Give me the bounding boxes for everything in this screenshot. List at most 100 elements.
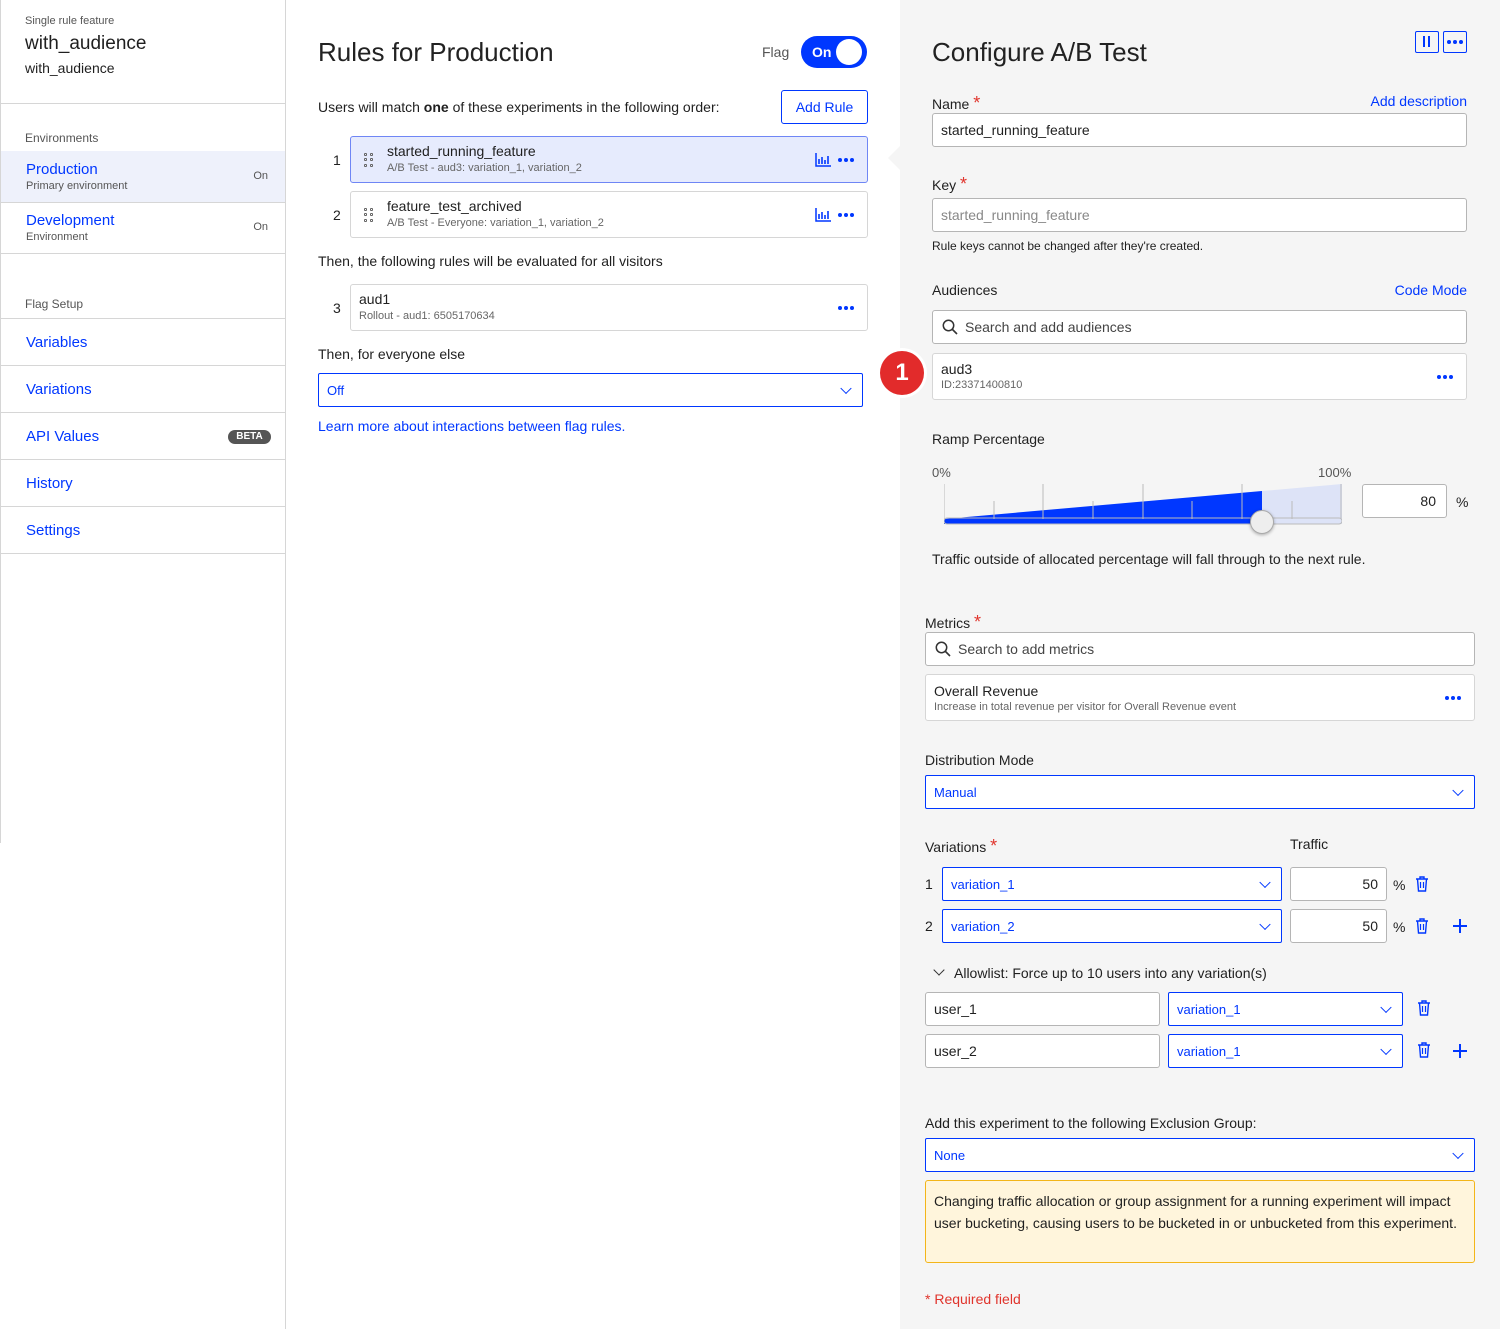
sidebar-item-variations[interactable]: Variations [26, 381, 92, 398]
divider [1, 318, 285, 319]
traffic-value: 50 [1362, 918, 1378, 934]
add-description-link[interactable]: Add description [1370, 93, 1467, 109]
more-options-icon[interactable] [838, 213, 854, 217]
configure-panel: Configure A/B Test Name * Add descriptio… [880, 0, 1500, 1329]
results-chart-icon[interactable] [815, 153, 831, 167]
split-view-icon[interactable] [1415, 31, 1439, 53]
sidebar-item-variables[interactable]: Variables [26, 334, 87, 351]
select-value: variation_2 [951, 918, 1015, 934]
metrics-label: Metrics * [925, 612, 982, 632]
divider [1, 412, 285, 413]
panel-more-button[interactable] [1443, 31, 1467, 53]
trash-icon[interactable] [1415, 918, 1429, 934]
rule-index: 1 [333, 152, 341, 168]
key-label: Key * [932, 174, 968, 194]
rule-card[interactable]: feature_test_archived A/B Test - Everyon… [350, 191, 868, 238]
variation-select[interactable]: variation_2 [942, 909, 1282, 943]
traffic-input[interactable]: 50 [1290, 909, 1387, 943]
rule-index: 2 [333, 207, 341, 223]
chevron-down-icon [840, 382, 852, 395]
flag-toggle[interactable]: On [801, 36, 867, 68]
sidebar-item-api-values[interactable]: API Values [26, 428, 99, 445]
page-title: Rules for Production [318, 37, 554, 67]
rule-title: feature_test_archived [387, 198, 522, 214]
traffic-input[interactable]: 50 [1290, 867, 1387, 901]
variation-select[interactable]: variation_1 [942, 867, 1282, 901]
metrics-search-placeholder: Search to add metrics [958, 641, 1095, 657]
audience-search-input[interactable]: Search and add audiences [932, 310, 1467, 344]
trash-icon[interactable] [1415, 876, 1429, 892]
allowlist-variation-select[interactable]: variation_1 [1168, 992, 1403, 1026]
ramp-percentage-input[interactable]: 80 [1362, 484, 1447, 518]
audience-id: ID:23371400810 [941, 379, 1023, 391]
trash-icon[interactable] [1417, 1042, 1431, 1058]
name-field[interactable]: started_running_feature [932, 113, 1467, 147]
env-item-development[interactable]: Development Environment On [1, 202, 285, 253]
allowlist-user-value: user_2 [934, 1043, 977, 1059]
env-item-production[interactable]: Production Primary environment On [1, 151, 285, 202]
rule-subtitle: A/B Test - aud3: variation_1, variation_… [387, 162, 582, 174]
audiences-label: Audiences [932, 282, 998, 298]
audience-item: aud3 ID:23371400810 [932, 353, 1467, 400]
results-chart-icon[interactable] [815, 208, 831, 222]
distribution-mode-select[interactable]: Manual [925, 775, 1475, 809]
drag-handle-icon[interactable] [364, 208, 374, 222]
add-variation-icon[interactable] [1453, 919, 1467, 933]
ramp-slider[interactable] [944, 484, 1342, 534]
name-label-text: Name [932, 96, 970, 112]
exclusion-group-select[interactable]: None [925, 1138, 1475, 1172]
allowlist-variation-select[interactable]: variation_1 [1168, 1034, 1403, 1068]
more-options-icon[interactable] [1437, 375, 1453, 379]
rule-card[interactable]: started_running_feature A/B Test - aud3:… [350, 136, 868, 183]
ramp-track [944, 484, 1342, 525]
allowlist-user-input[interactable]: user_1 [925, 992, 1160, 1026]
more-options-icon[interactable] [838, 306, 854, 310]
select-value: variation_1 [951, 876, 1015, 892]
everyone-else-label: Then, for everyone else [318, 346, 466, 362]
audience-search-placeholder: Search and add audiences [965, 319, 1132, 335]
add-rule-button[interactable]: Add Rule [781, 90, 868, 124]
everyone-else-select[interactable]: Off [318, 373, 863, 407]
learn-more-link[interactable]: Learn more about interactions between fl… [318, 418, 625, 434]
feature-name: with_audience [25, 33, 147, 54]
ramp-handle[interactable] [1250, 510, 1274, 534]
traffic-label: Traffic [1290, 836, 1329, 852]
audience-name: aud3 [941, 361, 973, 377]
beta-badge: BETA [228, 430, 271, 444]
chevron-down-icon [1452, 1147, 1464, 1160]
metrics-search-input[interactable]: Search to add metrics [925, 632, 1475, 666]
flag-toggle-label: On [812, 44, 832, 60]
environments-heading: Environments [25, 131, 99, 145]
trash-icon[interactable] [1417, 1000, 1431, 1016]
sidebar-item-settings[interactable]: Settings [26, 522, 80, 539]
divider [1, 365, 285, 366]
drag-handle-icon[interactable] [364, 153, 374, 167]
more-options-icon[interactable] [838, 158, 854, 162]
env-subtitle: Primary environment [26, 180, 128, 192]
search-icon [942, 319, 958, 335]
panel-pointer [888, 146, 900, 170]
step-badge: 1 [880, 351, 924, 395]
env-state: On [253, 221, 268, 233]
metric-item: Overall Revenue Increase in total revenu… [925, 674, 1475, 721]
flag-setup-heading: Flag Setup [25, 297, 84, 311]
code-mode-link[interactable]: Code Mode [1395, 282, 1467, 298]
allowlist-user-input[interactable]: user_2 [925, 1034, 1160, 1068]
env-state: On [253, 170, 268, 182]
more-options-icon[interactable] [1445, 696, 1461, 700]
warning-banner: Changing traffic allocation or group ass… [925, 1180, 1475, 1263]
intro-suffix: of these experiments in the following or… [448, 99, 720, 115]
ramp-min: 0% [932, 465, 951, 480]
allowlist-toggle[interactable]: Allowlist: Force up to 10 users into any… [932, 964, 1267, 981]
rule-card[interactable]: aud1 Rollout - aud1: 6505170634 [350, 284, 868, 331]
more-options-icon [1447, 40, 1463, 44]
key-placeholder: started_running_feature [941, 207, 1090, 223]
then-all-label: Then, the following rules will be evalua… [318, 253, 663, 269]
add-allowlist-icon[interactable] [1453, 1044, 1467, 1058]
select-value: None [934, 1147, 966, 1163]
divider [1, 459, 285, 460]
key-field[interactable]: started_running_feature [932, 198, 1467, 232]
select-value: variation_1 [1177, 1043, 1241, 1059]
sidebar-item-history[interactable]: History [26, 475, 73, 492]
traffic-unit: % [1393, 919, 1406, 935]
